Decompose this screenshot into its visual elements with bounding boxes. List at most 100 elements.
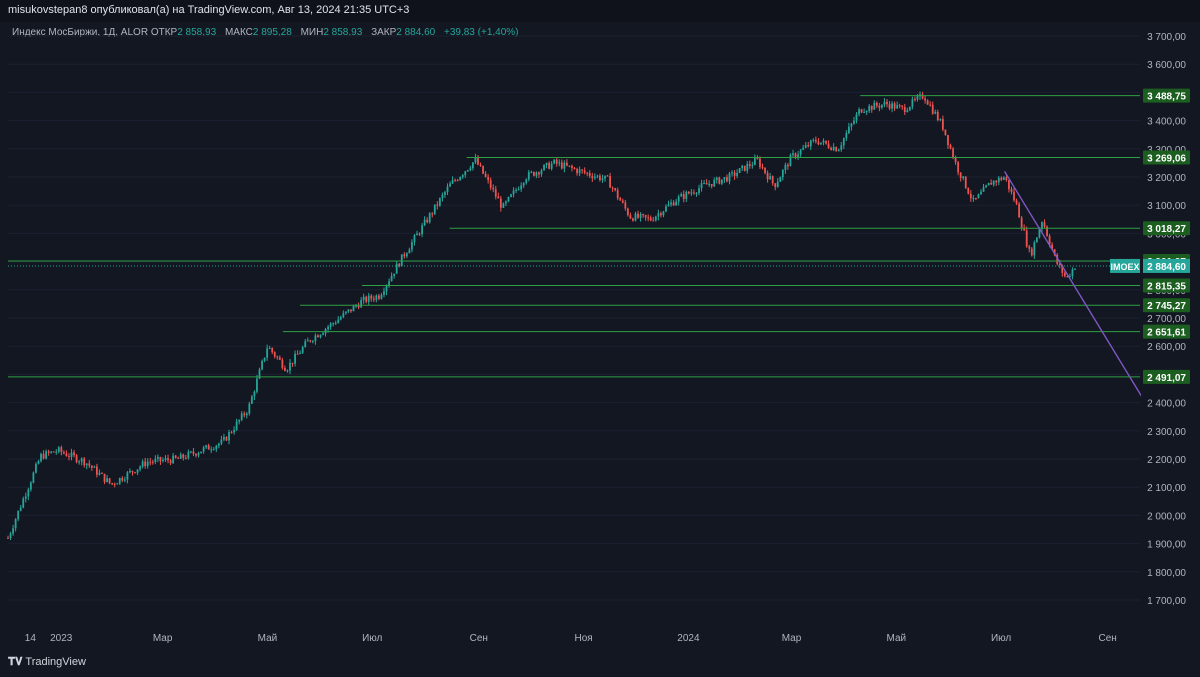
time-tick-label: Май bbox=[887, 633, 907, 644]
candle-body bbox=[560, 162, 563, 169]
time-axis[interactable]: 14 2023 Мар Май Июл Сен Ноя 2024 Мар Май Июл Сен bbox=[25, 633, 1117, 644]
candle-body bbox=[649, 217, 652, 221]
candle-body bbox=[860, 109, 863, 113]
last-price-label: 2 884,60 bbox=[1147, 262, 1186, 273]
time-tick-label: Май bbox=[258, 633, 278, 644]
candle-body bbox=[136, 469, 139, 473]
candle-body bbox=[908, 106, 911, 111]
price-chart[interactable]: 3 700,003 600,003 500,003 400,003 300,00… bbox=[0, 0, 1200, 677]
candle-body bbox=[304, 341, 307, 348]
candle-body bbox=[703, 182, 705, 184]
candle-body bbox=[291, 362, 294, 364]
time-tick-label: 2023 bbox=[50, 633, 73, 644]
candle-body bbox=[520, 185, 523, 190]
candle-body bbox=[667, 204, 670, 207]
candle-body bbox=[32, 472, 35, 483]
candle-body bbox=[129, 470, 131, 473]
candle-body bbox=[299, 352, 302, 354]
candle-body bbox=[108, 478, 111, 484]
candle-body bbox=[271, 347, 274, 353]
candle-body bbox=[639, 214, 642, 218]
candle-body bbox=[624, 202, 627, 209]
candle-body bbox=[969, 193, 972, 199]
candle-body bbox=[123, 479, 126, 481]
candle-body bbox=[726, 177, 728, 182]
candle-body bbox=[538, 172, 540, 175]
candle-body bbox=[103, 473, 106, 482]
candle-body bbox=[893, 103, 896, 109]
candle-body bbox=[210, 449, 213, 451]
candle-body bbox=[17, 510, 20, 520]
candle-body bbox=[769, 176, 772, 180]
candle-body bbox=[632, 218, 634, 221]
candle-body bbox=[88, 463, 91, 466]
price-axis[interactable]: 3 700,003 600,003 500,003 400,003 300,00… bbox=[1141, 22, 1200, 625]
candle-body bbox=[418, 233, 421, 235]
candle-body bbox=[90, 465, 93, 468]
candle-body bbox=[408, 249, 411, 254]
candle-body bbox=[1071, 269, 1074, 277]
candle-body bbox=[489, 180, 492, 188]
candle-body bbox=[840, 145, 843, 150]
candle-body bbox=[606, 175, 609, 177]
candle-body bbox=[820, 142, 822, 145]
price-tick-label: 3 400,00 bbox=[1147, 117, 1186, 128]
candle-body bbox=[1025, 230, 1028, 247]
candle-body bbox=[347, 309, 350, 312]
candle-body bbox=[802, 147, 805, 150]
candle-body bbox=[223, 437, 225, 440]
candle-body bbox=[281, 359, 284, 368]
candle-body bbox=[55, 451, 58, 453]
candle-body bbox=[784, 164, 787, 171]
candle-body bbox=[464, 171, 467, 176]
candle-body bbox=[83, 458, 86, 466]
candle-body bbox=[118, 477, 121, 484]
time-tick-label: Июл bbox=[991, 633, 1011, 644]
candle-body bbox=[911, 99, 914, 107]
candle-body bbox=[352, 305, 355, 312]
candle-body bbox=[916, 96, 919, 100]
candle-body bbox=[629, 215, 632, 219]
candle-body bbox=[116, 483, 119, 485]
candle-body bbox=[212, 449, 215, 451]
candle-body bbox=[449, 183, 451, 187]
candle-body bbox=[720, 179, 723, 184]
tradingview-logo[interactable]: 𝐓𝐕 TradingView bbox=[8, 656, 86, 669]
candle-body bbox=[708, 184, 711, 186]
candle-body bbox=[337, 319, 340, 324]
candle-body bbox=[436, 204, 439, 206]
candle-body bbox=[301, 347, 304, 353]
candle-body bbox=[98, 472, 101, 475]
time-tick-label: 14 bbox=[25, 633, 37, 644]
candle-body bbox=[814, 139, 817, 142]
candle-body bbox=[586, 172, 589, 174]
support-resistance-levels[interactable] bbox=[8, 95, 1140, 378]
candle-body bbox=[159, 456, 162, 462]
candle-body bbox=[1035, 237, 1038, 243]
candle-body bbox=[390, 275, 393, 282]
candle-body bbox=[202, 447, 205, 452]
candle-body bbox=[317, 335, 319, 338]
candle-body bbox=[809, 140, 812, 147]
candle-body bbox=[817, 141, 820, 145]
candle-body bbox=[57, 447, 60, 452]
candle-body bbox=[487, 176, 490, 181]
candle-body bbox=[888, 104, 891, 109]
candle-body bbox=[248, 403, 251, 414]
candle-body bbox=[195, 453, 197, 456]
candle-body bbox=[566, 162, 568, 166]
candle-body bbox=[700, 183, 703, 189]
candle-body bbox=[405, 253, 408, 257]
candle-body bbox=[167, 458, 169, 461]
candle-body bbox=[550, 163, 553, 169]
candle-body bbox=[469, 168, 472, 171]
candle-body bbox=[197, 453, 200, 456]
candle-body bbox=[929, 104, 932, 106]
candle-body bbox=[230, 432, 233, 434]
price-tick-label: 3 600,00 bbox=[1147, 60, 1186, 71]
candle-body bbox=[774, 183, 777, 188]
candle-body bbox=[588, 173, 591, 176]
candle-body bbox=[426, 219, 429, 223]
candle-body bbox=[35, 463, 37, 473]
time-tick-label: Сен bbox=[470, 633, 488, 644]
